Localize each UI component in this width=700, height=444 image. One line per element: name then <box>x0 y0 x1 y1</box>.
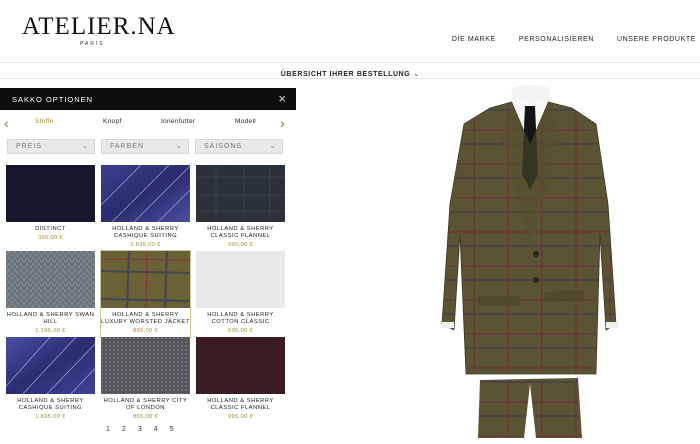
tab-innenfutter[interactable]: Innenfutter <box>161 118 195 125</box>
option-tabs: ‹ Stoffe Knopf Innenfutter Modell › <box>0 115 296 133</box>
fabric-price: 595,00 € <box>228 328 253 334</box>
fabric-swatch <box>196 337 285 394</box>
panel-header: SAKKO OPTIONEN × <box>0 88 296 110</box>
chevron-left-icon[interactable]: ‹ <box>4 115 9 131</box>
brand-logo[interactable]: ATELIER.NA PARIS <box>22 13 176 48</box>
fabric-price: 995,00 € <box>228 414 253 420</box>
fabric-name: HOLLAND & SHERRY SWAN HILL <box>6 312 95 325</box>
fabric-grid: DISTINCT 395,00 € HOLLAND & SHERRY CASHI… <box>6 165 285 423</box>
chevron-down-icon: ⌄ <box>175 141 182 150</box>
fabric-swatch <box>6 251 95 308</box>
fabric-price: 865,00 € <box>133 414 158 420</box>
page-5[interactable]: 5 <box>170 426 174 433</box>
tab-knopf[interactable]: Knopf <box>103 118 122 125</box>
chevron-down-icon: ⌄ <box>81 141 88 150</box>
pagination: 1 2 3 4 5 <box>106 426 174 433</box>
fabric-name: HOLLAND & SHERRY CLASSIC FLANNEL <box>207 226 274 239</box>
fabric-price: 1.195,00 € <box>35 328 66 334</box>
chevron-down-icon: ⌄ <box>269 141 276 150</box>
top-navigation: DIE MARKE PERSONALISIEREN UNSERE PRODUKT… <box>452 36 696 43</box>
order-summary-label[interactable]: ÜBERSICHT IHRER BESTELLUNG <box>281 71 411 78</box>
fabric-price: 395,00 € <box>38 235 63 241</box>
fabric-swatch <box>196 251 285 308</box>
fabric-card[interactable]: HOLLAND & SHERRY CASHIQUE SUITING 1.695,… <box>6 337 95 423</box>
page-3[interactable]: 3 <box>138 426 142 433</box>
fabric-price: 1.695,00 € <box>35 414 66 420</box>
fabric-card[interactable]: HOLLAND & SHERRY CLASSIC FLANNEL 995,00 … <box>196 165 285 251</box>
page-1[interactable]: 1 <box>106 426 110 433</box>
fabric-name: HOLLAND & SHERRY COTTON CLASSIC <box>207 312 274 325</box>
fabric-name: DISTINCT <box>35 226 66 232</box>
fabric-card[interactable]: HOLLAND & SHERRY SWAN HILL 1.195,00 € <box>6 251 95 337</box>
filter-saisons[interactable]: SAISONS ⌄ <box>195 139 283 154</box>
order-summary-bar[interactable]: ÜBERSICHT IHRER BESTELLUNG ⌄ <box>0 62 700 79</box>
fabric-price: 995,00 € <box>228 242 253 248</box>
fabric-name: HOLLAND & SHERRY CITY OF LONDON <box>103 398 188 411</box>
fabric-price: 895,00 € <box>133 328 158 334</box>
fabric-card-selected[interactable]: HOLLAND & SHERRY LUXURY WORSTED JACKET 8… <box>100 250 191 338</box>
nav-personalisieren[interactable]: PERSONALISIEREN <box>519 36 594 43</box>
fabric-name: HOLLAND & SHERRY CASHIQUE SUITING <box>112 226 179 239</box>
page-4[interactable]: 4 <box>154 426 158 433</box>
brand-name: ATELIER.NA <box>22 13 176 40</box>
fabric-swatch <box>101 165 190 222</box>
filter-preis[interactable]: PREIS ⌄ <box>7 139 95 154</box>
fabric-name: HOLLAND & SHERRY LUXURY WORSTED JACKET <box>101 312 190 325</box>
fabric-name: HOLLAND & SHERRY CLASSIC FLANNEL <box>207 398 274 411</box>
jacket-options-panel: SAKKO OPTIONEN × ‹ Stoffe Knopf Innenfut… <box>0 88 296 444</box>
fabric-swatch <box>6 165 95 222</box>
fabric-swatch <box>196 165 285 222</box>
jacket-preview-image <box>441 85 618 438</box>
brand-subtitle: PARIS <box>80 41 105 47</box>
site-header: ATELIER.NA PARIS DIE MARKE PERSONALISIER… <box>0 0 700 60</box>
tab-modell[interactable]: Modell <box>235 118 256 125</box>
fabric-swatch <box>6 337 95 394</box>
filter-label: PREIS <box>16 143 43 150</box>
nav-die-marke[interactable]: DIE MARKE <box>452 36 496 43</box>
chevron-right-icon[interactable]: › <box>280 115 285 131</box>
fabric-name: HOLLAND & SHERRY CASHIQUE SUITING <box>17 398 84 411</box>
fabric-swatch <box>101 337 190 394</box>
panel-title: SAKKO OPTIONEN <box>12 95 94 104</box>
fabric-card[interactable]: HOLLAND & SHERRY CITY OF LONDON 865,00 € <box>101 337 190 423</box>
fabric-card[interactable]: HOLLAND & SHERRY CASHIQUE SUITING 1.695,… <box>101 165 190 251</box>
fabric-swatch <box>101 251 190 308</box>
fabric-card[interactable]: HOLLAND & SHERRY COTTON CLASSIC 595,00 € <box>196 251 285 337</box>
filter-label: FARBEN <box>110 143 145 150</box>
fabric-card[interactable]: HOLLAND & SHERRY CLASSIC FLANNEL 995,00 … <box>196 337 285 423</box>
fabric-price: 1.695,00 € <box>130 242 161 248</box>
filter-label: SAISONS <box>204 143 243 150</box>
chevron-down-icon: ⌄ <box>413 71 420 78</box>
fabric-card[interactable]: DISTINCT 395,00 € <box>6 165 95 251</box>
page-2[interactable]: 2 <box>122 426 126 433</box>
filter-row: PREIS ⌄ FARBEN ⌄ SAISONS ⌄ <box>7 139 283 154</box>
nav-unsere-produkte[interactable]: UNSERE PRODUKTE <box>617 36 696 43</box>
filter-farben[interactable]: FARBEN ⌄ <box>101 139 189 154</box>
close-icon[interactable]: × <box>278 91 286 106</box>
tab-stoffe[interactable]: Stoffe <box>35 118 54 125</box>
